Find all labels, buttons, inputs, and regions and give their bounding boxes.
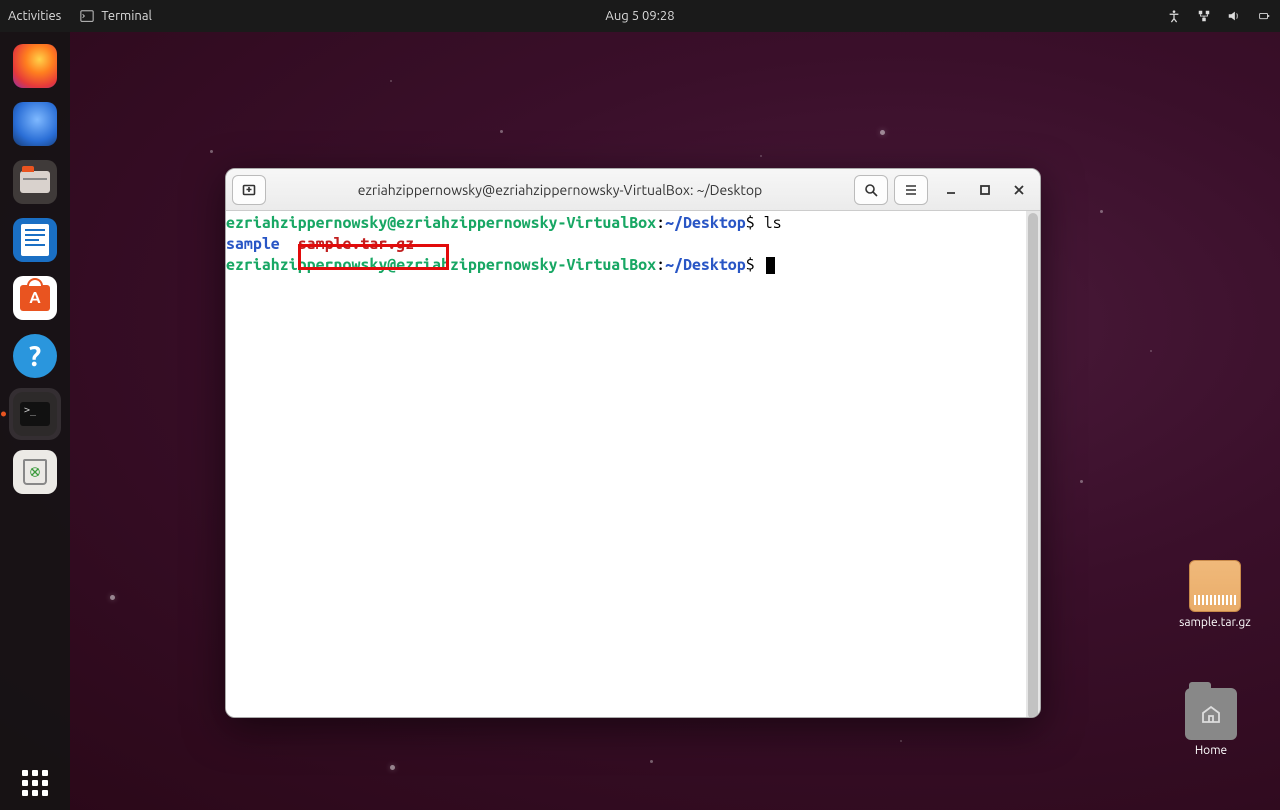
- search-icon: [863, 182, 879, 198]
- desktop-icon-archive[interactable]: sample.tar.gz: [1170, 560, 1260, 629]
- power-icon[interactable]: [1256, 8, 1272, 24]
- text-cursor: [766, 257, 775, 274]
- terminal-window: ezriahzippernowsky@ezriahzippernowsky-Vi…: [225, 168, 1041, 718]
- desktop-icon-label: Home: [1195, 744, 1227, 757]
- scrollbar-thumb[interactable]: [1028, 213, 1038, 718]
- prompt-user: ezriahzippernowsky@ezriahzippernowsky-Vi…: [226, 214, 656, 232]
- dock-item-thunderbird[interactable]: [9, 98, 61, 150]
- minimize-button[interactable]: [942, 181, 960, 199]
- dock-panel: A ? >_: [0, 32, 70, 810]
- dock-item-help[interactable]: ?: [9, 330, 61, 382]
- apps-grid-icon: [22, 770, 48, 796]
- new-tab-icon: [241, 182, 257, 198]
- folder-icon: [1185, 688, 1237, 740]
- prompt-path: ~/Desktop: [665, 214, 746, 232]
- desktop-icon-home[interactable]: Home: [1166, 688, 1256, 757]
- terminal-app-icon: >_: [20, 402, 50, 426]
- dock-item-files[interactable]: [9, 156, 61, 208]
- dock-item-writer[interactable]: [9, 214, 61, 266]
- accessibility-icon[interactable]: [1166, 8, 1182, 24]
- trash-icon: [23, 459, 47, 485]
- maximize-icon: [979, 184, 991, 196]
- dock-item-software[interactable]: A: [9, 272, 61, 324]
- window-titlebar[interactable]: ezriahzippernowsky@ezriahzippernowsky-Vi…: [226, 169, 1040, 211]
- help-icon: ?: [29, 341, 41, 372]
- volume-icon[interactable]: [1226, 8, 1242, 24]
- activities-button[interactable]: Activities: [8, 9, 61, 23]
- terminal-output[interactable]: ezriahzippernowsky@ezriahzippernowsky-Vi…: [226, 211, 1040, 717]
- close-button[interactable]: [1010, 181, 1028, 199]
- close-icon: [1013, 184, 1025, 196]
- software-icon: A: [20, 285, 50, 311]
- show-applications-button[interactable]: [22, 770, 48, 796]
- writer-icon: [21, 224, 49, 256]
- command-text: ls: [764, 214, 782, 232]
- dock-item-firefox[interactable]: [9, 40, 61, 92]
- scrollbar[interactable]: [1026, 211, 1040, 717]
- menu-button[interactable]: [894, 175, 928, 205]
- ls-entry-dir: sample: [226, 235, 280, 253]
- files-icon: [20, 171, 50, 193]
- topbar-app-menu[interactable]: Terminal: [79, 8, 152, 24]
- dock-item-trash[interactable]: [9, 446, 61, 498]
- prompt-dollar: $: [746, 214, 755, 232]
- network-icon[interactable]: [1196, 8, 1212, 24]
- new-tab-button[interactable]: [232, 175, 266, 205]
- hamburger-icon: [903, 182, 919, 198]
- topbar-app-label: Terminal: [101, 9, 152, 23]
- prompt-user: ezriahzippernowsky@ezriahzippernowsky-Vi…: [226, 256, 656, 274]
- dock-item-terminal[interactable]: >_: [9, 388, 61, 440]
- window-title: ezriahzippernowsky@ezriahzippernowsky-Vi…: [272, 182, 848, 198]
- gnome-top-bar: Activities Terminal Aug 5 09:28: [0, 0, 1280, 32]
- archive-icon: [1189, 560, 1241, 612]
- prompt-path: ~/Desktop: [665, 256, 746, 274]
- prompt-sep: :: [656, 214, 665, 232]
- prompt-sep: :: [656, 256, 665, 274]
- ls-entry-archive: sample.tar.gz: [298, 235, 414, 253]
- minimize-icon: [945, 184, 957, 196]
- clock[interactable]: Aug 5 09:28: [605, 9, 674, 23]
- maximize-button[interactable]: [976, 181, 994, 199]
- desktop-icon-label: sample.tar.gz: [1179, 616, 1251, 629]
- prompt-dollar: $: [746, 256, 755, 274]
- terminal-icon: [79, 8, 95, 24]
- search-button[interactable]: [854, 175, 888, 205]
